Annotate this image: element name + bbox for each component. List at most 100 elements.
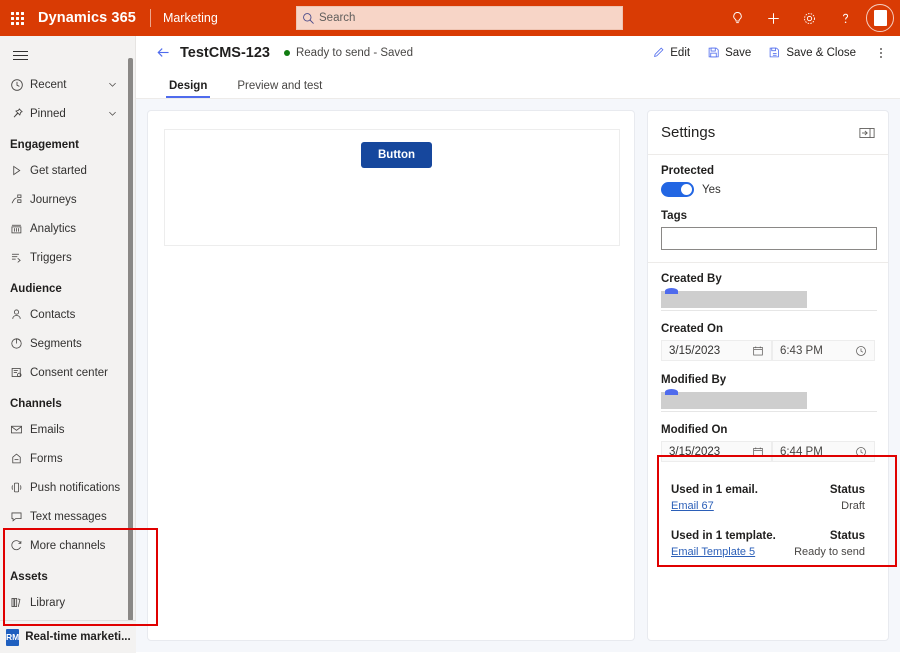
back-button[interactable] bbox=[148, 38, 178, 68]
tab-strip: Design Preview and test bbox=[136, 69, 900, 99]
sidebar-item-more-channels[interactable]: More channels bbox=[0, 531, 130, 560]
tab-preview-and-test[interactable]: Preview and test bbox=[234, 80, 325, 98]
modified-on-date[interactable]: 3/15/2023 bbox=[661, 441, 772, 462]
avatar[interactable] bbox=[866, 4, 894, 32]
analytics-icon bbox=[10, 222, 30, 235]
edit-button[interactable]: Edit bbox=[643, 39, 696, 67]
modified-by-label: Modified By bbox=[661, 374, 875, 386]
sidebar-item-journeys[interactable]: Journeys bbox=[0, 185, 130, 214]
global-search[interactable] bbox=[296, 6, 623, 30]
sidebar-group-assets: Assets bbox=[0, 560, 130, 588]
plus-icon[interactable] bbox=[756, 1, 790, 35]
push-icon bbox=[10, 481, 30, 494]
modified-by-value bbox=[661, 391, 877, 412]
created-by-label: Created By bbox=[661, 273, 875, 285]
status-text: Ready to send - Saved bbox=[296, 47, 413, 59]
clock-icon[interactable] bbox=[855, 446, 867, 458]
usage-email-status: Draft bbox=[841, 500, 865, 512]
sidebar-scroll-region: Recent Pinned Engagement bbox=[0, 36, 130, 621]
save-and-close-button[interactable]: Save & Close bbox=[759, 39, 862, 67]
sidebar-item-analytics[interactable]: Analytics bbox=[0, 214, 130, 243]
journeys-icon bbox=[10, 193, 30, 206]
sidebar-item-library[interactable]: Library bbox=[0, 588, 130, 617]
chat-icon bbox=[10, 510, 30, 523]
design-canvas[interactable]: Button bbox=[147, 110, 635, 641]
sidebar-item-pinned[interactable]: Pinned bbox=[0, 99, 130, 128]
sidebar-item-segments[interactable]: Segments bbox=[0, 329, 130, 358]
sidebar-item-label: Contacts bbox=[30, 309, 75, 321]
sidebar-item-label: Get started bbox=[30, 165, 87, 177]
calendar-icon[interactable] bbox=[752, 446, 764, 458]
content-block-area[interactable]: Button bbox=[164, 129, 620, 246]
segments-icon bbox=[10, 337, 30, 350]
tags-input[interactable] bbox=[661, 227, 877, 250]
pencil-icon bbox=[649, 46, 667, 59]
usage-template-header: Used in 1 template. Status bbox=[671, 530, 865, 542]
sidebar-item-label: Segments bbox=[30, 338, 82, 350]
chevron-down-icon[interactable] bbox=[107, 108, 118, 119]
sidebar-item-label: Text messages bbox=[30, 511, 107, 523]
save-and-close-button-label: Save & Close bbox=[786, 47, 856, 59]
usage-template-title: Used in 1 template. bbox=[671, 530, 776, 542]
top-actions bbox=[720, 0, 894, 36]
save-icon bbox=[704, 46, 722, 59]
app-root: Dynamics 365 Marketing bbox=[0, 0, 900, 653]
protected-label: Protected bbox=[661, 165, 875, 177]
main-content: TestCMS-123 Ready to send - Saved Edit S… bbox=[136, 36, 900, 653]
question-icon[interactable] bbox=[828, 1, 862, 35]
sidebar-item-recent[interactable]: Recent bbox=[0, 70, 130, 99]
gear-icon[interactable] bbox=[792, 1, 826, 35]
library-icon bbox=[10, 596, 30, 609]
page-title: TestCMS-123 bbox=[180, 45, 270, 61]
sidebar-item-emails[interactable]: Emails bbox=[0, 415, 130, 444]
sidebar-group-channels: Channels bbox=[0, 387, 130, 415]
app-name-label: Marketing bbox=[163, 11, 218, 25]
modified-on-row: 3/15/2023 6:44 PM bbox=[661, 441, 875, 462]
created-on-time[interactable]: 6:43 PM bbox=[772, 340, 875, 361]
sidebar-item-label: Push notifications bbox=[30, 482, 120, 494]
play-icon bbox=[10, 164, 30, 177]
settings-section-general: Protected Yes Tags bbox=[648, 155, 888, 263]
clock-icon[interactable] bbox=[855, 345, 867, 357]
avatar-image bbox=[874, 10, 887, 26]
canvas-button-element[interactable]: Button bbox=[361, 142, 432, 168]
usage-template-link[interactable]: Email Template 5 bbox=[671, 546, 755, 558]
usage-email-link[interactable]: Email 67 bbox=[671, 500, 714, 512]
sidebar-menu-toggle[interactable] bbox=[0, 40, 40, 70]
lightbulb-icon[interactable] bbox=[720, 1, 754, 35]
top-header-bar: Dynamics 365 Marketing bbox=[0, 0, 900, 36]
sidebar-item-forms[interactable]: Forms bbox=[0, 444, 130, 473]
sidebar-item-contacts[interactable]: Contacts bbox=[0, 300, 130, 329]
modified-on-time[interactable]: 6:44 PM bbox=[772, 441, 875, 462]
created-on-date[interactable]: 3/15/2023 bbox=[661, 340, 772, 361]
collapse-panel-icon[interactable] bbox=[858, 126, 876, 140]
more-commands-button[interactable] bbox=[870, 39, 892, 67]
sidebar-item-consent-center[interactable]: Consent center bbox=[0, 358, 130, 387]
sidebar-item-triggers[interactable]: Triggers bbox=[0, 243, 130, 272]
workspace: Button Settings Protected Yes bbox=[136, 99, 900, 652]
modified-on-date-value: 3/15/2023 bbox=[669, 446, 720, 458]
protected-toggle[interactable] bbox=[661, 182, 694, 197]
sidebar-item-text-messages[interactable]: Text messages bbox=[0, 502, 130, 531]
sidebar-item-get-started[interactable]: Get started bbox=[0, 156, 130, 185]
usage-email-row: Email 67 Draft bbox=[671, 500, 865, 512]
sidebar-scrollbar[interactable] bbox=[128, 58, 133, 621]
modified-on-label: Modified On bbox=[661, 424, 875, 436]
sidebar-item-label: Journeys bbox=[30, 194, 77, 206]
sidebar-item-label: Forms bbox=[30, 453, 63, 465]
chevron-down-icon[interactable] bbox=[107, 79, 118, 90]
app-launcher-button[interactable] bbox=[0, 0, 34, 36]
usage-template-status-header: Status bbox=[830, 530, 865, 542]
brand-divider bbox=[150, 9, 151, 27]
triggers-icon bbox=[10, 251, 30, 264]
settings-panel: Settings Protected Yes Tags bbox=[647, 110, 889, 641]
calendar-icon[interactable] bbox=[752, 345, 764, 357]
search-input[interactable] bbox=[319, 12, 609, 24]
area-switcher[interactable]: RM Real-time marketi... bbox=[0, 620, 136, 653]
sidebar-item-label: Recent bbox=[30, 79, 66, 91]
save-button[interactable]: Save bbox=[698, 39, 757, 67]
sidebar-item-label: Triggers bbox=[30, 252, 72, 264]
redaction-accent bbox=[665, 288, 678, 294]
sidebar-item-push-notifications[interactable]: Push notifications bbox=[0, 473, 130, 502]
tab-design[interactable]: Design bbox=[166, 80, 210, 98]
